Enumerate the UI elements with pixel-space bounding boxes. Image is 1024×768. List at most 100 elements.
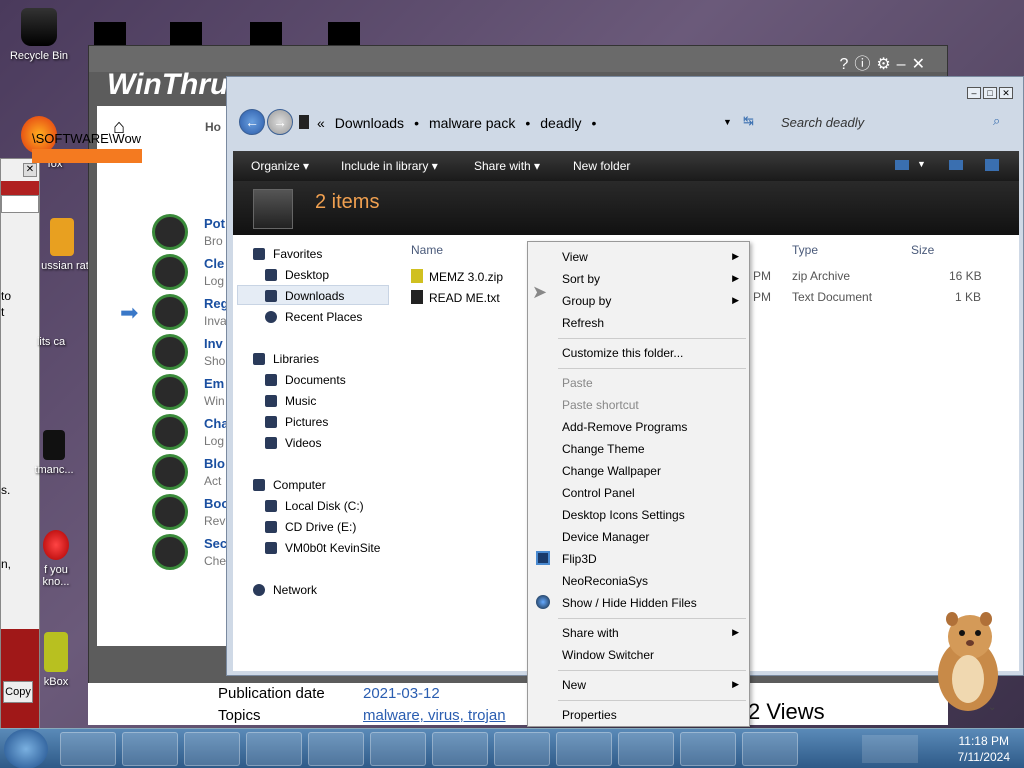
download-taskbar-icon[interactable] [370, 732, 426, 766]
taskbar-app-9[interactable] [556, 732, 612, 766]
nav-label: Downloads [285, 289, 345, 303]
shield-icon [152, 534, 188, 570]
nav-local-disk[interactable]: Local Disk (C:) [265, 499, 364, 513]
nav-computer[interactable]: Computer [253, 478, 326, 492]
search-icon[interactable]: ⌕ [993, 113, 1000, 129]
share-with-button[interactable]: Share with ▾ [474, 159, 540, 173]
help-icon[interactable] [985, 159, 999, 171]
organize-button[interactable]: Organize ▾ [251, 159, 309, 173]
menu-sort-by[interactable]: Sort by [562, 272, 600, 286]
nav-desktop[interactable]: Desktop [265, 268, 329, 282]
menu-show-hide[interactable]: Show / Hide Hidden Files [562, 596, 697, 610]
nav-cd-drive[interactable]: CD Drive (E:) [265, 520, 356, 534]
file-row[interactable]: MEMZ 3.0.zip [411, 269, 503, 284]
nav-label: Desktop [285, 268, 330, 282]
desktop-icon-fyk[interactable]: f you kno... [34, 530, 78, 588]
desktop-icon-tmanc[interactable]: tmanc... [32, 430, 76, 476]
menu-change-wallpaper[interactable]: Change Wallpaper [562, 464, 661, 478]
file-row[interactable]: READ ME.txt [411, 290, 500, 305]
home-label[interactable]: Ho [205, 120, 221, 134]
desktop-icon-recycle-bin[interactable]: Recycle Bin [4, 8, 74, 62]
copy-button[interactable]: Copy [3, 681, 33, 703]
firefox-taskbar-icon[interactable] [246, 732, 302, 766]
include-library-button[interactable]: Include in library ▾ [341, 159, 438, 173]
tray-network-icon[interactable] [862, 735, 918, 763]
start-button[interactable] [4, 729, 48, 768]
menu-paste-shortcut[interactable]: Paste shortcut [562, 398, 639, 412]
close-button[interactable]: ✕ [999, 87, 1013, 99]
menu-separator [558, 368, 746, 369]
taskbar-app-7[interactable] [432, 732, 488, 766]
taskbar-app-10[interactable] [618, 732, 674, 766]
folder-icon [152, 414, 188, 450]
column-name[interactable]: Name [411, 243, 443, 257]
preview-pane-icon[interactable] [949, 160, 963, 170]
nav-documents[interactable]: Documents [265, 373, 346, 387]
menu-share-with[interactable]: Share with [562, 626, 619, 640]
taskbar-app-2[interactable] [122, 732, 178, 766]
nav-pictures[interactable]: Pictures [265, 415, 328, 429]
menu-change-theme[interactable]: Change Theme [562, 442, 645, 456]
menu-group-by[interactable]: Group by [562, 294, 611, 308]
chevron-down-icon[interactable]: ▼ [917, 159, 926, 169]
scroll-down-icon[interactable]: ⌄ [988, 702, 996, 713]
nav-favorites[interactable]: Favorites [253, 247, 322, 261]
star-icon [253, 248, 265, 260]
new-folder-button[interactable]: New folder [573, 159, 630, 173]
menu-window-switcher[interactable]: Window Switcher [562, 648, 654, 662]
clock[interactable]: 11:18 PM 7/11/2024 [958, 733, 1011, 765]
dropdown[interactable] [1, 195, 39, 213]
nav-downloads[interactable]: Downloads [265, 289, 344, 303]
dropdown-arrow-icon[interactable]: ▼ [723, 117, 732, 127]
view-options-icon[interactable] [895, 160, 909, 170]
menu-control-panel[interactable]: Control Panel [562, 486, 635, 500]
breadcrumb[interactable]: « Downloads • malware pack • deadly • [317, 115, 596, 131]
taskbar-app-12[interactable] [742, 732, 798, 766]
clock-icon [152, 374, 188, 410]
forward-button[interactable]: → [267, 109, 293, 135]
breadcrumb-item[interactable]: Downloads [335, 115, 404, 131]
menu-neoreconia[interactable]: NeoReconiaSys [562, 574, 648, 588]
breadcrumb-item[interactable]: deadly [540, 115, 581, 131]
menu-add-remove[interactable]: Add-Remove Programs [562, 420, 687, 434]
search-input[interactable]: Search deadly [781, 115, 864, 130]
item-sub: Che [204, 554, 227, 568]
close-icon[interactable]: ✕ [23, 163, 37, 177]
minimize-button[interactable]: – [967, 87, 981, 99]
nav-libraries[interactable]: Libraries [253, 352, 319, 366]
breadcrumb-item[interactable]: malware pack [429, 115, 515, 131]
taskbar-app-11[interactable] [680, 732, 736, 766]
taskbar-app-3[interactable] [184, 732, 240, 766]
nav-videos[interactable]: Videos [265, 436, 321, 450]
publication-strip: Publication date 2021-03-12 Topics malwa… [88, 683, 948, 725]
taskbar-app-1[interactable] [60, 732, 116, 766]
back-button[interactable]: ← [239, 109, 265, 135]
nav-network[interactable]: Network [253, 583, 317, 597]
menu-paste[interactable]: Paste [562, 376, 593, 390]
menu-flip3d[interactable]: Flip3D [562, 552, 597, 566]
desktop-icon-kbox[interactable]: kBox [34, 632, 78, 688]
refresh-icon[interactable]: ↹ [743, 113, 754, 129]
taskbar-app-8[interactable] [494, 732, 550, 766]
column-type[interactable]: Type [792, 243, 818, 257]
menu-view[interactable]: View [562, 250, 588, 264]
menu-refresh[interactable]: Refresh [562, 316, 604, 330]
menu-new[interactable]: New [562, 678, 586, 692]
frag-text: t [1, 305, 5, 319]
window-controls[interactable]: ?ⓘ⚙–✕ [839, 50, 931, 74]
taskbar-app-5[interactable] [308, 732, 364, 766]
column-size[interactable]: Size [911, 243, 934, 257]
menu-properties[interactable]: Properties [562, 708, 617, 722]
nav-recent[interactable]: Recent Places [265, 310, 362, 324]
music-icon [265, 395, 277, 407]
menu-customize[interactable]: Customize this folder... [562, 346, 683, 360]
pub-label: Publication date [218, 685, 325, 702]
maximize-button[interactable]: □ [983, 87, 997, 99]
menu-device-manager[interactable]: Device Manager [562, 530, 649, 544]
nav-music[interactable]: Music [265, 394, 316, 408]
menu-desktop-icons[interactable]: Desktop Icons Settings [562, 508, 685, 522]
topics-link[interactable]: malware, virus, trojan [363, 707, 506, 724]
desktop-icon-lits[interactable]: lits ca [26, 336, 76, 348]
item-title: Em [204, 376, 225, 391]
nav-vm[interactable]: VM0b0t KevinSite [265, 541, 380, 555]
